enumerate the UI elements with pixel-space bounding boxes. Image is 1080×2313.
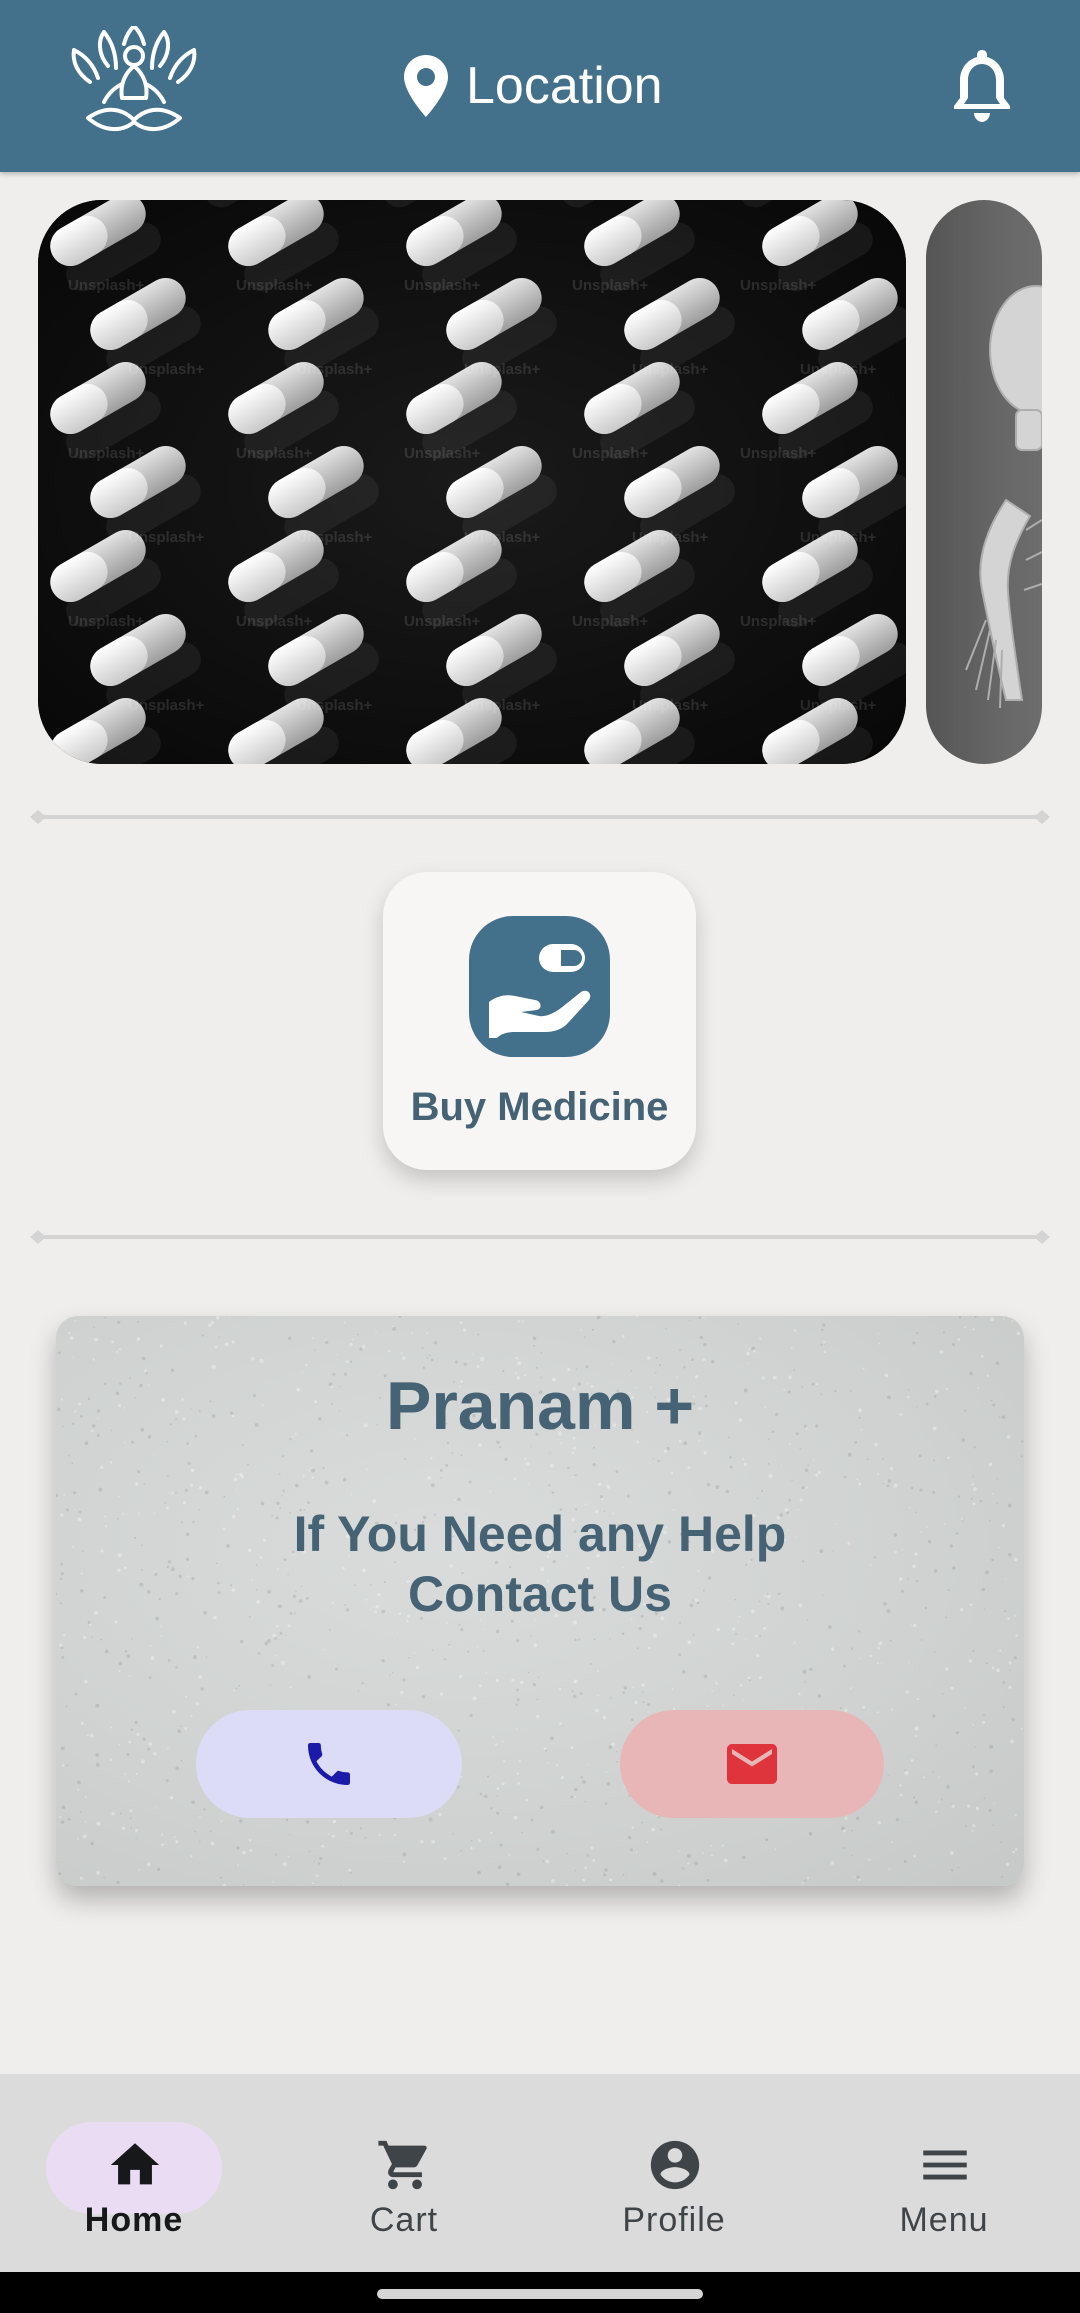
bell-icon[interactable]: [952, 46, 1012, 122]
watermark-text: Unsplash+: [236, 613, 313, 630]
help-card-title: Pranam +: [385, 1368, 695, 1444]
watermark-text: Unsplash+: [632, 529, 709, 546]
help-line-1: If You Need any Help: [293, 1506, 787, 1562]
watermark-text: Unsplash+: [296, 361, 373, 378]
call-button[interactable]: [196, 1710, 462, 1818]
watermark-text: Unsplash+: [296, 697, 373, 714]
bottom-navigation: Home Cart Profile Menu: [0, 2074, 1080, 2272]
watermark-text: Unsplash+: [236, 277, 313, 294]
cart-icon: [378, 2140, 427, 2190]
watermark-text: Unsplash+: [404, 445, 481, 462]
watermark-text: Unsplash+: [632, 697, 709, 714]
watermark-text: Unsplash+: [572, 445, 649, 462]
hand-holding-pill-icon: [469, 916, 610, 1057]
watermark-text: Unsplash+: [404, 613, 481, 630]
watermark-text: Unsplash+: [236, 445, 313, 462]
watermark-text: Unsplash+: [68, 445, 145, 462]
skeleton-image: [926, 200, 1042, 764]
account-circle-icon: [650, 2140, 700, 2190]
buy-medicine-label: Buy Medicine: [410, 1085, 669, 1129]
watermark-text: Unsplash+: [128, 697, 205, 714]
pill-capsules-image: Unsplash+ Unsplash+ Unsplash+ Unsplash+ Unsp…: [38, 200, 906, 764]
phone-icon: [308, 1743, 350, 1785]
watermark-text: Unsplash+: [800, 529, 877, 546]
watermark-text: Unsplash+: [740, 613, 817, 630]
nav-profile-label: Profile: [622, 2201, 726, 2239]
nav-home[interactable]: Home: [34, 2104, 234, 2244]
watermark-text: Unsplash+: [68, 613, 145, 630]
section-divider: [30, 1230, 1050, 1244]
mail-icon: [727, 1744, 777, 1784]
watermark-text: Unsplash+: [464, 361, 541, 378]
nav-home-label: Home: [84, 2201, 184, 2239]
nav-profile[interactable]: Profile: [574, 2104, 774, 2244]
watermark-text: Unsplash+: [572, 613, 649, 630]
nav-menu[interactable]: Menu: [844, 2104, 1044, 2244]
buy-medicine-card[interactable]: Buy Medicine: [383, 872, 696, 1170]
capsule: [893, 200, 906, 214]
promo-banner-pills[interactable]: Unsplash+ Unsplash+ Unsplash+ Unsplash+ Unsp…: [38, 200, 906, 764]
watermark-text: Unsplash+: [128, 361, 205, 378]
watermark-text: Unsplash+: [464, 697, 541, 714]
system-gesture-bar: [0, 2272, 1080, 2313]
watermark-text: Unsplash+: [128, 529, 205, 546]
location-selector[interactable]: Location: [404, 48, 663, 124]
location-pin-icon: [404, 55, 448, 117]
home-icon: [110, 2143, 160, 2185]
help-card-subtitle: If You Need any Help Contact Us: [56, 1504, 1024, 1624]
watermark-text: Unsplash+: [800, 697, 877, 714]
home-indicator[interactable]: [377, 2289, 703, 2299]
lotus-logo-icon[interactable]: [68, 26, 200, 140]
location-label: Location: [466, 57, 663, 115]
watermark-text: Unsplash+: [740, 277, 817, 294]
watermark-text: Unsplash+: [464, 529, 541, 546]
watermark-text: Unsplash+: [740, 445, 817, 462]
watermark-text: Unsplash+: [68, 277, 145, 294]
menu-icon: [923, 2150, 967, 2180]
nav-cart[interactable]: Cart: [304, 2104, 504, 2244]
watermark-text: Unsplash+: [296, 529, 373, 546]
watermark-text: Unsplash+: [572, 277, 649, 294]
watermark-text: Unsplash+: [632, 361, 709, 378]
promo-banner-skeleton[interactable]: [926, 200, 1042, 764]
contact-help-card: Pranam + If You Need any Help Contact Us: [56, 1316, 1024, 1886]
nav-cart-label: Cart: [369, 2201, 439, 2239]
watermark-text: Unsplash+: [404, 277, 481, 294]
email-button[interactable]: [620, 1710, 884, 1818]
section-divider: [30, 810, 1050, 824]
help-line-2: Contact Us: [408, 1566, 672, 1622]
nav-menu-label: Menu: [899, 2201, 989, 2239]
watermark-text: Unsplash+: [800, 361, 877, 378]
app-header: Location: [0, 0, 1080, 172]
